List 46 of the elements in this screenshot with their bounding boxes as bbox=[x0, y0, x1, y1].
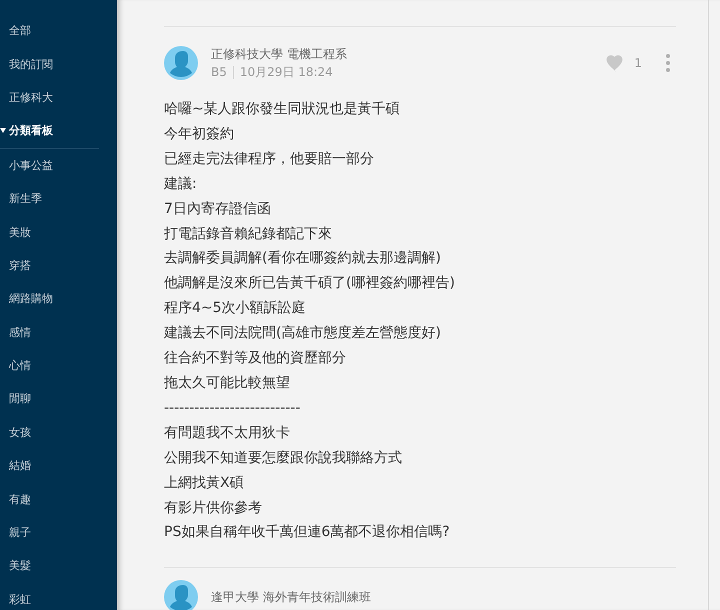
comment-text: 有問題我不太用狄卡 bbox=[164, 424, 291, 443]
comment-text: 有影片供你參考 bbox=[164, 498, 263, 518]
sidebar-item[interactable]: 網路購物 bbox=[0, 282, 117, 316]
avatar-icon bbox=[164, 46, 198, 80]
sidebar-item[interactable]: 彩虹 bbox=[0, 582, 117, 610]
sidebar-item[interactable]: 美髮 bbox=[0, 549, 117, 583]
comment-text: 上網找黃X碩 bbox=[164, 474, 245, 493]
comment-text: 哈囉~某人跟你發生同狀況也是黃千碩 bbox=[164, 100, 401, 119]
sidebar-item[interactable]: 全部 bbox=[0, 14, 117, 48]
comment-text: 今年初簽約 bbox=[164, 124, 235, 144]
sidebar-item[interactable]: 小事公益 bbox=[0, 148, 117, 182]
comment-text: 程序4~5次小額訴訟庭 bbox=[164, 299, 307, 318]
sidebar-item[interactable]: 有趣 bbox=[0, 482, 117, 516]
sidebar-item[interactable]: 分類看板 bbox=[0, 114, 117, 148]
sidebar-item[interactable]: 女孩 bbox=[0, 416, 117, 450]
sidebar-item[interactable]: 穿搭 bbox=[0, 248, 117, 282]
comment-text: --------------------------- bbox=[164, 398, 302, 418]
sidebar-item[interactable]: 親子 bbox=[0, 516, 117, 550]
sidebar-item[interactable]: 我的訂閱 bbox=[0, 47, 117, 81]
author-name: 正修科技大學 電機工程系 bbox=[211, 46, 347, 62]
sidebar-item[interactable]: 感情 bbox=[0, 316, 117, 349]
sidebar-item[interactable]: 新生季 bbox=[0, 182, 117, 216]
sidebar-item[interactable]: 美妝 bbox=[0, 215, 117, 249]
sidebar-item[interactable]: 心情 bbox=[0, 348, 117, 382]
post-time: 10月29日 18:24 bbox=[240, 64, 333, 80]
comment-text: 拖太久可能比較無望 bbox=[164, 374, 291, 393]
comment-text: 往合約不對等及他的資歷部分 bbox=[164, 349, 347, 368]
comment-text: 7日內寄存證信函 bbox=[164, 200, 272, 219]
sidebar-item[interactable]: 正修科大 bbox=[0, 80, 117, 114]
sidebar-item[interactable]: 結婚 bbox=[0, 449, 117, 482]
comment-text: 去調解委員調解(看你在哪簽約就去那邊調解) bbox=[164, 249, 442, 268]
comment-text: 已經走完法律程序，他要賠一部分 bbox=[164, 150, 375, 169]
floor-number: B5 bbox=[211, 65, 227, 79]
sidebar-item[interactable]: 閒聊 bbox=[0, 382, 117, 416]
like-count: 1 bbox=[634, 56, 642, 70]
comment-text: 建議去不同法院問(高雄市態度差左營態度好) bbox=[164, 324, 442, 344]
comment-text: 打電話錄音賴紀錄都記下來 bbox=[164, 224, 333, 244]
author-name: 逢甲大學 海外青年技術訓練班 bbox=[211, 588, 371, 606]
comment-text: PS如果自稱年收千萬但連6萬都不退你相信嗎? bbox=[164, 523, 451, 542]
comment-text: 他調解是沒來所已告黃千碩了(哪裡簽約哪裡告) bbox=[164, 274, 456, 294]
comment-text: 公開我不知道要怎麼跟你說我聯絡方式 bbox=[164, 448, 403, 468]
caret-icon bbox=[0, 128, 6, 134]
avatar-icon bbox=[164, 580, 198, 610]
heart-icon[interactable] bbox=[605, 54, 624, 72]
comment-text: 建議: bbox=[164, 174, 198, 194]
more-icon[interactable] bbox=[666, 54, 670, 72]
